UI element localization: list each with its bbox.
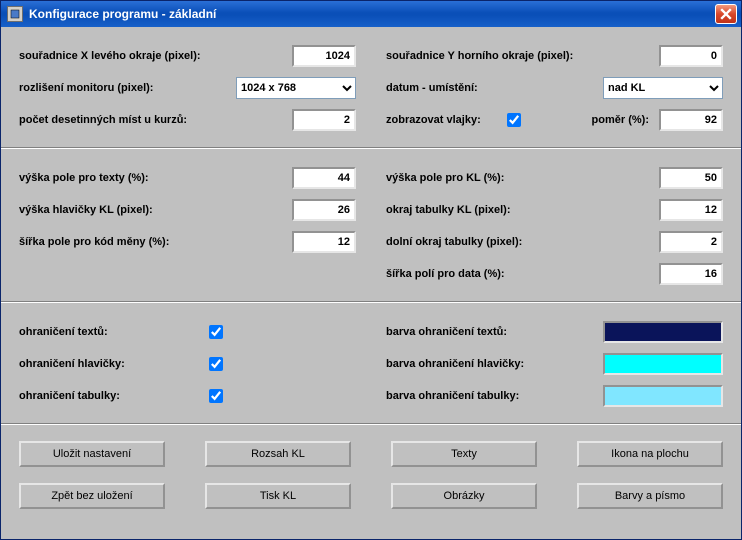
decimals-label: počet desetinných míst u kurzů: [19, 114, 292, 126]
icon-desktop-button[interactable]: Ikona na plochu [577, 441, 723, 467]
resolution-select[interactable]: 1024 x 768 [236, 77, 356, 99]
section-coordinates: souřadnice X levého okraje (pixel): rozl… [1, 27, 741, 147]
show-flags-checkbox[interactable] [507, 113, 521, 127]
close-icon [720, 8, 732, 20]
texts-button[interactable]: Texty [391, 441, 537, 467]
border-header-label: ohraničení hlavičky: [19, 358, 209, 370]
section-borders: ohraničení textů: ohraničení hlavičky: o… [1, 303, 741, 423]
color-table-swatch[interactable] [603, 385, 723, 407]
color-header-label: barva ohraničení hlavičky: [386, 358, 603, 370]
date-pos-select[interactable]: nad KL [603, 77, 723, 99]
text-field-height-label: výška pole pro texty (%): [19, 172, 292, 184]
kl-field-height-label: výška pole pro KL (%): [386, 172, 659, 184]
kl-table-margin-input[interactable] [659, 199, 723, 221]
coord-y-input[interactable] [659, 45, 723, 67]
print-kl-button[interactable]: Tisk KL [205, 483, 351, 509]
ratio-label: poměr (%): [592, 114, 659, 126]
close-button[interactable] [715, 4, 737, 24]
kl-table-margin-label: okraj tabulky KL (pixel): [386, 204, 659, 216]
ratio-input[interactable] [659, 109, 723, 131]
table-bottom-margin-label: dolní okraj tabulky (pixel): [386, 236, 659, 248]
date-pos-label: datum - umístění: [386, 82, 603, 94]
currency-code-width-input[interactable] [292, 231, 356, 253]
color-text-swatch[interactable] [603, 321, 723, 343]
data-field-width-input[interactable] [659, 263, 723, 285]
back-button[interactable]: Zpět bez uložení [19, 483, 165, 509]
button-bar: Uložit nastavení Rozsah KL Texty Ikona n… [1, 425, 741, 525]
titlebar: Konfigurace programu - základní [1, 1, 741, 27]
section-dimensions: výška pole pro texty (%): výška hlavičky… [1, 149, 741, 301]
border-text-label: ohraničení textů: [19, 326, 209, 338]
border-header-checkbox[interactable] [209, 357, 223, 371]
images-button[interactable]: Obrázky [391, 483, 537, 509]
app-icon [7, 6, 23, 22]
show-flags-label: zobrazovat vlajky: [386, 114, 489, 126]
border-text-checkbox[interactable] [209, 325, 223, 339]
range-kl-button[interactable]: Rozsah KL [205, 441, 351, 467]
border-table-label: ohraničení tabulky: [19, 390, 209, 402]
kl-field-height-input[interactable] [659, 167, 723, 189]
data-field-width-label: šířka polí pro data (%): [386, 268, 659, 280]
decimals-input[interactable] [292, 109, 356, 131]
kl-header-height-input[interactable] [292, 199, 356, 221]
coord-x-input[interactable] [292, 45, 356, 67]
resolution-label: rozlišení monitoru (pixel): [19, 82, 236, 94]
color-table-label: barva ohraničení tabulky: [386, 390, 603, 402]
border-table-checkbox[interactable] [209, 389, 223, 403]
color-header-swatch[interactable] [603, 353, 723, 375]
table-bottom-margin-input[interactable] [659, 231, 723, 253]
client-area: souřadnice X levého okraje (pixel): rozl… [1, 27, 741, 539]
text-field-height-input[interactable] [292, 167, 356, 189]
config-window: Konfigurace programu - základní souřadni… [0, 0, 742, 540]
currency-code-width-label: šířka pole pro kód měny (%): [19, 236, 292, 248]
color-text-label: barva ohraničení textů: [386, 326, 603, 338]
kl-header-height-label: výška hlavičky KL (pixel): [19, 204, 292, 216]
coord-x-label: souřadnice X levého okraje (pixel): [19, 50, 292, 62]
window-title: Konfigurace programu - základní [29, 7, 715, 21]
coord-y-label: souřadnice Y horního okraje (pixel): [386, 50, 659, 62]
save-button[interactable]: Uložit nastavení [19, 441, 165, 467]
colors-font-button[interactable]: Barvy a písmo [577, 483, 723, 509]
